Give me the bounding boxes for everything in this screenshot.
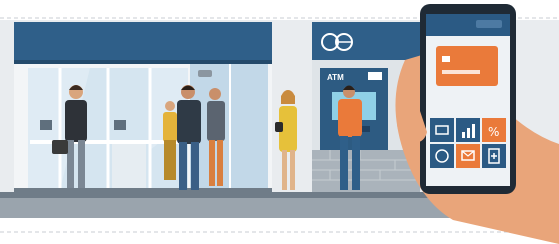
credit-card-icon <box>436 46 498 86</box>
exchange-tile[interactable] <box>430 144 454 168</box>
monitor-icon <box>114 120 126 130</box>
bank-illustration: ATM % <box>0 0 559 244</box>
briefcase-icon <box>52 140 68 154</box>
atm-card-icon <box>368 72 382 80</box>
monitor-icon <box>40 120 52 130</box>
bank-roof-sign <box>14 22 272 60</box>
illustration-canvas: ATM % <box>0 0 559 244</box>
card-tile[interactable] <box>430 118 454 142</box>
atm-sign: ATM <box>327 73 344 82</box>
atm-roof-sign <box>312 22 420 60</box>
bank-building <box>14 22 272 194</box>
handbag-icon <box>275 122 283 132</box>
brick-wall <box>312 150 420 192</box>
percent-icon: % <box>488 125 499 139</box>
person-at-counter <box>163 101 177 180</box>
security-camera-icon <box>198 70 212 77</box>
